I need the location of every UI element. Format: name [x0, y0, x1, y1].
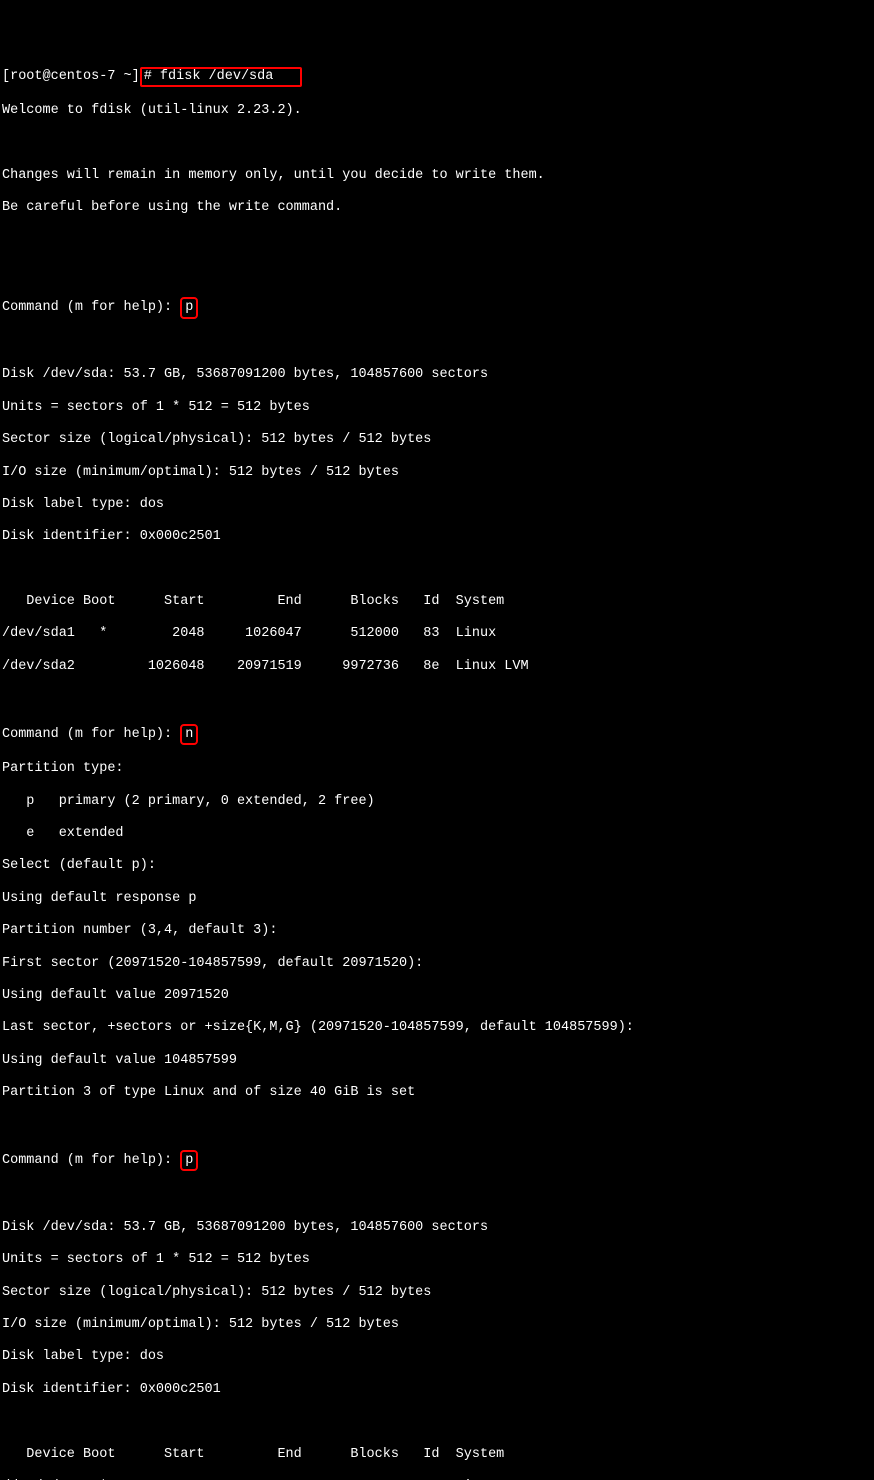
- first-sector-line: First sector (20971520-104857599, defaul…: [2, 956, 872, 972]
- command-line-p1: Command (m for help): p: [2, 297, 872, 319]
- disk-info-line: Disk label type: dos: [2, 497, 872, 513]
- partition-number-line: Partition number (3,4, default 3):: [2, 923, 872, 939]
- prompt-line: [root@centos-7 ~] # fdisk /dev/sda: [2, 67, 872, 87]
- disk-info-line: Disk /dev/sda: 53.7 GB, 53687091200 byte…: [2, 367, 872, 383]
- partition-created-line: Partition 3 of type Linux and of size 40…: [2, 1085, 872, 1101]
- command-prompt: Command (m for help):: [2, 1153, 180, 1168]
- fdisk-command-highlight: # fdisk /dev/sda: [140, 67, 302, 87]
- command-line-n: Command (m for help): n: [2, 724, 872, 746]
- last-sector-line: Last sector, +sectors or +size{K,M,G} (2…: [2, 1020, 872, 1036]
- partition-type-line: Partition type:: [2, 761, 872, 777]
- fdisk-input-p[interactable]: p: [185, 1153, 193, 1168]
- blank-line: [2, 136, 872, 152]
- blank-line: [2, 233, 872, 249]
- disk-info-line: Units = sectors of 1 * 512 = 512 bytes: [2, 1252, 872, 1268]
- disk-info-line: I/O size (minimum/optimal): 512 bytes / …: [2, 465, 872, 481]
- disk-info-line: Disk identifier: 0x000c2501: [2, 1382, 872, 1398]
- disk-info-line: Sector size (logical/physical): 512 byte…: [2, 432, 872, 448]
- command-prompt: Command (m for help):: [2, 727, 180, 742]
- fdisk-input-n[interactable]: n: [185, 727, 193, 742]
- command-line-p2: Command (m for help): p: [2, 1150, 872, 1172]
- disk-info-line: Sector size (logical/physical): 512 byte…: [2, 1285, 872, 1301]
- blank-line: [2, 1117, 872, 1133]
- disk-info-line: Units = sectors of 1 * 512 = 512 bytes: [2, 400, 872, 416]
- warning-line-1: Changes will remain in memory only, unti…: [2, 168, 872, 184]
- prompt-user-host: [root@centos-7 ~: [2, 69, 132, 84]
- disk-info-line: Disk label type: dos: [2, 1349, 872, 1365]
- using-last-line: Using default value 104857599: [2, 1053, 872, 1069]
- using-default-line: Using default response p: [2, 891, 872, 907]
- using-first-line: Using default value 20971520: [2, 988, 872, 1004]
- blank-line: [2, 265, 872, 281]
- blank-line: [2, 691, 872, 707]
- command-prompt: Command (m for help):: [2, 300, 180, 315]
- disk-info-line: I/O size (minimum/optimal): 512 bytes / …: [2, 1317, 872, 1333]
- blank-line: [2, 562, 872, 578]
- partition-extended-line: e extended: [2, 826, 872, 842]
- table-row: /dev/sda2 1026048 20971519 9972736 8e Li…: [2, 659, 872, 675]
- welcome-line: Welcome to fdisk (util-linux 2.23.2).: [2, 103, 872, 119]
- blank-line: [2, 335, 872, 351]
- prompt-sep: ]: [132, 69, 140, 84]
- blank-line: [2, 1414, 872, 1430]
- input-n-highlight: n: [180, 724, 198, 746]
- table-header: Device Boot Start End Blocks Id System: [2, 594, 872, 610]
- input-p-highlight: p: [180, 1150, 198, 1172]
- table-header: Device Boot Start End Blocks Id System: [2, 1447, 872, 1463]
- disk-info-line: Disk /dev/sda: 53.7 GB, 53687091200 byte…: [2, 1220, 872, 1236]
- fdisk-input-p[interactable]: p: [185, 300, 193, 315]
- input-p-highlight: p: [180, 297, 198, 319]
- blank-line: [2, 1188, 872, 1204]
- disk-info-line: Disk identifier: 0x000c2501: [2, 529, 872, 545]
- table-row: /dev/sda1 * 2048 1026047 512000 83 Linux: [2, 1479, 872, 1480]
- fdisk-command[interactable]: # fdisk /dev/sda: [144, 69, 298, 84]
- partition-primary-line: p primary (2 primary, 0 extended, 2 free…: [2, 794, 872, 810]
- select-line: Select (default p):: [2, 858, 872, 874]
- table-row: /dev/sda1 * 2048 1026047 512000 83 Linux: [2, 626, 872, 642]
- warning-line-2: Be careful before using the write comman…: [2, 200, 872, 216]
